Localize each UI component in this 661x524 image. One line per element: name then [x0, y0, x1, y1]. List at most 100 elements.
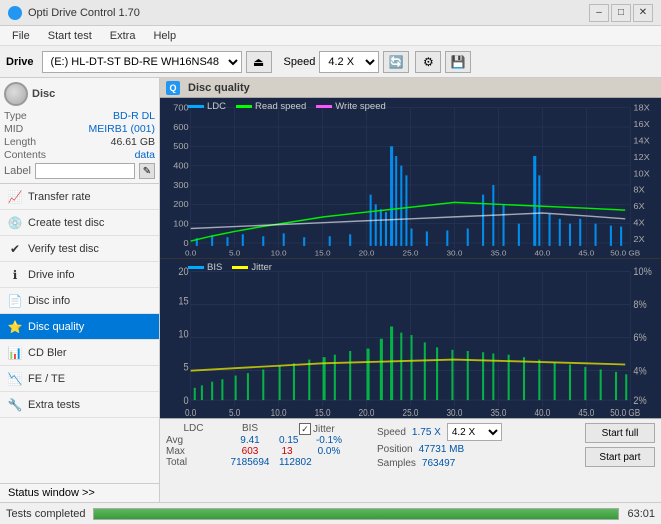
- svg-text:500: 500: [173, 141, 188, 151]
- menu-extra[interactable]: Extra: [102, 29, 144, 43]
- maximize-button[interactable]: □: [611, 4, 631, 22]
- legend-read-speed: Read speed: [236, 101, 306, 112]
- disc-panel: Disc Type BD-R DL MID MEIRB1 (001) Lengt…: [0, 78, 159, 184]
- avg-bis: 0.15: [279, 435, 295, 446]
- title-bar: Opti Drive Control 1.70 – □ ✕: [0, 0, 661, 26]
- content-area: Q Disc quality LDC Read speed: [160, 78, 661, 502]
- max-bis: 13: [279, 446, 295, 457]
- close-button[interactable]: ✕: [633, 4, 653, 22]
- menu-help[interactable]: Help: [145, 29, 184, 43]
- avg-label: Avg: [166, 435, 221, 446]
- avg-jitter: -0.1%: [299, 435, 359, 446]
- label-label: Label: [4, 165, 31, 177]
- disc-header: Disc: [4, 82, 155, 106]
- svg-text:4%: 4%: [633, 365, 646, 377]
- mid-label: MID: [4, 123, 23, 135]
- chart1-legend: LDC Read speed Write speed: [188, 101, 386, 112]
- sidebar-item-verify-test-disc[interactable]: ✔ Verify test disc: [0, 236, 159, 262]
- main-layout: Disc Type BD-R DL MID MEIRB1 (001) Lengt…: [0, 78, 661, 502]
- start-part-button[interactable]: Start part: [585, 447, 655, 467]
- eject-button[interactable]: ⏏: [246, 51, 272, 73]
- verify-test-disc-label: Verify test disc: [28, 243, 99, 255]
- svg-text:8%: 8%: [633, 299, 646, 311]
- svg-text:16X: 16X: [633, 119, 649, 129]
- legend-jitter: Jitter: [232, 262, 272, 273]
- chart2-legend: BIS Jitter: [188, 262, 272, 273]
- extra-tests-label: Extra tests: [28, 399, 80, 411]
- max-label: Max: [166, 446, 221, 457]
- svg-text:2X: 2X: [633, 234, 644, 244]
- svg-text:18X: 18X: [633, 103, 649, 113]
- contents-label: Contents: [4, 149, 46, 161]
- svg-text:15.0: 15.0: [315, 407, 331, 418]
- label-edit-button[interactable]: ✎: [139, 163, 155, 179]
- sidebar-item-drive-info[interactable]: ℹ Drive info: [0, 262, 159, 288]
- stats-speed-select[interactable]: 4.2 X: [447, 423, 502, 441]
- disc-info-icon: 📄: [8, 294, 22, 308]
- samples-label: Samples: [377, 458, 416, 469]
- label-input[interactable]: [35, 163, 135, 179]
- start-full-button[interactable]: Start full: [585, 423, 655, 443]
- svg-text:10X: 10X: [633, 169, 649, 179]
- speed-info-label: Speed: [377, 427, 406, 438]
- sidebar-item-extra-tests[interactable]: 🔧 Extra tests: [0, 392, 159, 418]
- sidebar-item-cd-bler[interactable]: 📊 CD Bler: [0, 340, 159, 366]
- svg-text:45.0: 45.0: [578, 407, 594, 418]
- sidebar-item-disc-quality[interactable]: ⭐ Disc quality: [0, 314, 159, 340]
- sidebar-item-disc-info[interactable]: 📄 Disc info: [0, 288, 159, 314]
- contents-value: data: [135, 149, 155, 161]
- refresh-button[interactable]: 🔄: [383, 51, 409, 73]
- chart1-wrapper: LDC Read speed Write speed: [160, 98, 661, 259]
- drive-select[interactable]: (E:) HL-DT-ST BD-RE WH16NS48 1.D3: [42, 51, 242, 73]
- progress-bar-container: [93, 508, 619, 520]
- svg-text:0.0: 0.0: [185, 407, 196, 418]
- svg-text:600: 600: [173, 122, 188, 132]
- svg-text:6X: 6X: [633, 201, 644, 211]
- title-bar-left: Opti Drive Control 1.70: [8, 6, 140, 20]
- position-value: 47731 MB: [419, 444, 465, 455]
- svg-text:12X: 12X: [633, 152, 649, 162]
- save-button[interactable]: 💾: [445, 51, 471, 73]
- ldc-header: LDC: [166, 423, 221, 435]
- sidebar: Disc Type BD-R DL MID MEIRB1 (001) Lengt…: [0, 78, 160, 502]
- fe-te-label: FE / TE: [28, 373, 65, 385]
- status-window-button[interactable]: Status window >>: [0, 483, 159, 502]
- create-test-disc-label: Create test disc: [28, 217, 104, 229]
- position-label: Position: [377, 444, 413, 455]
- status-text: Tests completed: [6, 508, 85, 520]
- svg-text:25.0: 25.0: [403, 407, 419, 418]
- disc-icon: [4, 82, 28, 106]
- svg-text:15.0: 15.0: [315, 249, 331, 258]
- jitter-checkbox[interactable]: ✓: [299, 423, 311, 435]
- status-window-label: Status window >>: [8, 487, 95, 499]
- speed-select[interactable]: 4.2 X: [319, 51, 379, 73]
- disc-contents-row: Contents data: [4, 149, 155, 161]
- settings-button[interactable]: ⚙: [415, 51, 441, 73]
- speed-label: Speed: [284, 56, 316, 68]
- sidebar-item-fe-te[interactable]: 📉 FE / TE: [0, 366, 159, 392]
- svg-text:50.0 GB: 50.0 GB: [610, 249, 640, 258]
- max-jitter: 0.0%: [299, 446, 359, 457]
- legend-ldc-label: LDC: [207, 101, 226, 112]
- sidebar-item-transfer-rate[interactable]: 📈 Transfer rate: [0, 184, 159, 210]
- menu-start-test[interactable]: Start test: [40, 29, 100, 43]
- svg-text:6%: 6%: [633, 332, 646, 344]
- drive-info-label: Drive info: [28, 269, 74, 281]
- svg-text:20.0: 20.0: [359, 249, 375, 258]
- svg-text:35.0: 35.0: [490, 249, 506, 258]
- total-label: Total: [166, 457, 221, 468]
- disc-length-row: Length 46.61 GB: [4, 136, 155, 148]
- svg-text:0: 0: [184, 395, 189, 407]
- svg-text:0: 0: [184, 238, 189, 248]
- minimize-button[interactable]: –: [589, 4, 609, 22]
- svg-text:45.0: 45.0: [578, 249, 594, 258]
- svg-text:300: 300: [173, 180, 188, 190]
- svg-text:10: 10: [178, 328, 189, 340]
- samples-value: 763497: [422, 458, 455, 469]
- svg-text:14X: 14X: [633, 136, 649, 146]
- sidebar-item-create-test-disc[interactable]: 💿 Create test disc: [0, 210, 159, 236]
- avg-ldc: 9.41: [225, 435, 275, 446]
- disc-label-row: Label ✎: [4, 163, 155, 179]
- legend-write-speed-label: Write speed: [335, 101, 386, 112]
- menu-file[interactable]: File: [4, 29, 38, 43]
